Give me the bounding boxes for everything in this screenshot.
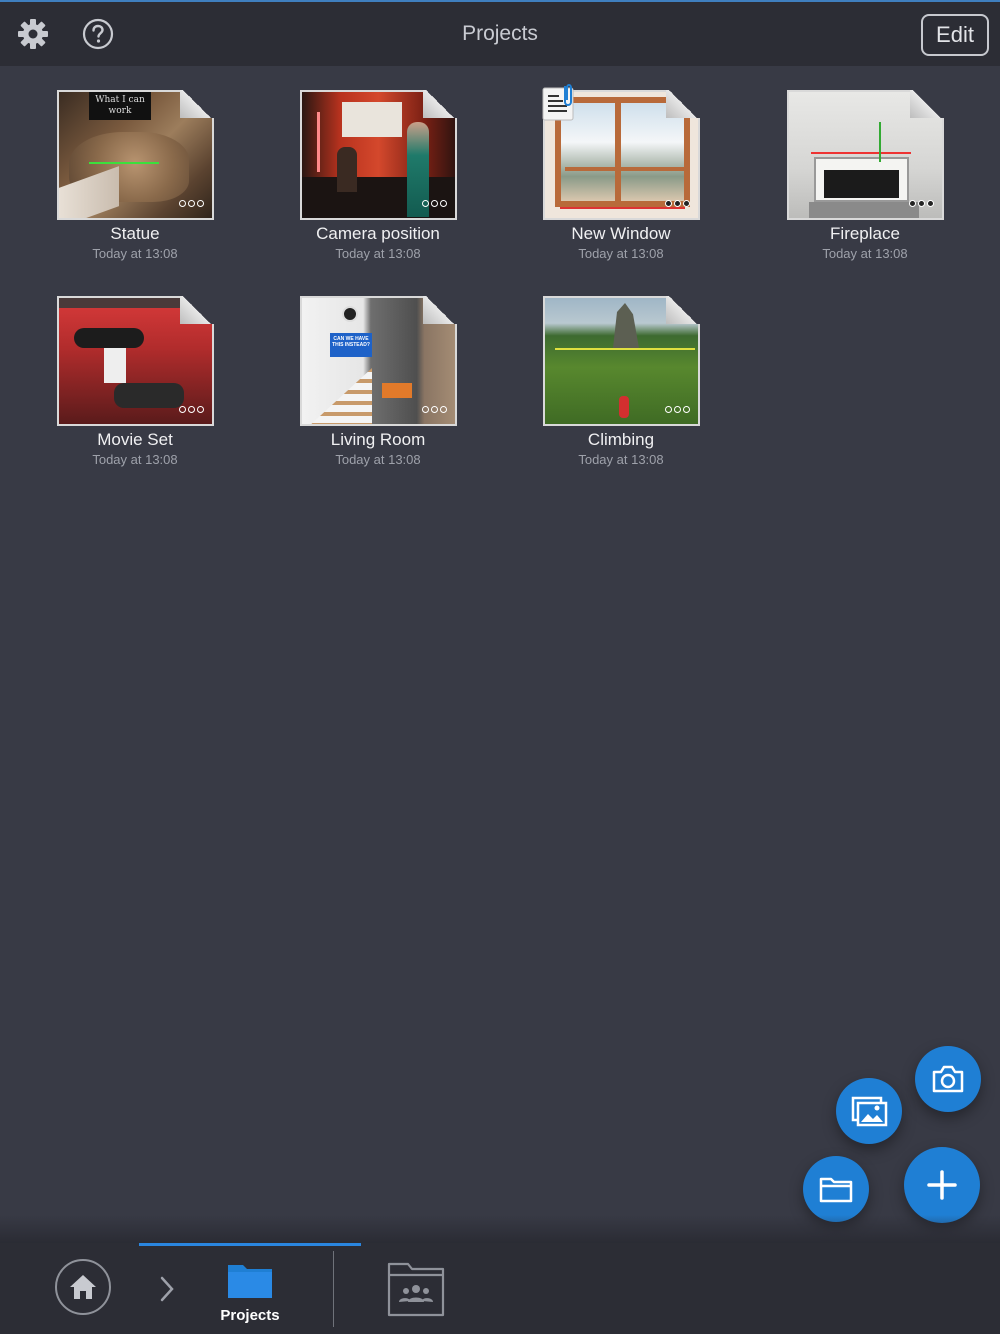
photo-library-button[interactable] <box>836 1078 902 1144</box>
project-date: Today at 13:08 <box>92 246 178 261</box>
home-icon <box>70 1275 96 1299</box>
folder-icon <box>228 1265 272 1298</box>
top-bar: Projects Edit <box>0 0 1000 66</box>
bottom-navigation: Projects <box>0 1243 1000 1334</box>
project-tile-new-window[interactable]: New Window Today at 13:08 <box>521 84 721 280</box>
project-date: Today at 13:08 <box>822 246 908 261</box>
attachment-icon <box>542 84 574 121</box>
project-tile-statue[interactable]: What I can work Statue Today at 13:08 <box>35 90 235 280</box>
thumbnail-caption: What I can work <box>89 92 151 120</box>
project-name: Camera position <box>316 224 440 243</box>
project-name: New Window <box>571 224 671 243</box>
project-date: Today at 13:08 <box>92 452 178 467</box>
shared-folder-icon[interactable] <box>386 1260 446 1318</box>
project-date: Today at 13:08 <box>335 452 421 467</box>
chevron-right-icon <box>160 1276 174 1302</box>
project-tile-movie-set[interactable]: Movie Set Today at 13:08 <box>35 296 235 486</box>
divider <box>333 1251 334 1327</box>
project-name: Statue <box>110 224 160 243</box>
new-folder-button[interactable] <box>803 1156 869 1222</box>
add-button[interactable] <box>904 1147 980 1223</box>
camera-icon <box>932 1065 964 1093</box>
project-tile-living-room[interactable]: CAN WE HAVE THIS INSTEAD? Living Room To… <box>278 296 478 486</box>
project-name: Movie Set <box>97 430 173 449</box>
projects-screen: Projects Edit What I can work Statue Tod… <box>0 0 1000 1334</box>
more-options-icon[interactable] <box>179 200 204 207</box>
plus-icon <box>927 1170 957 1200</box>
project-name: Fireplace <box>830 224 900 243</box>
tab-projects-label: Projects <box>220 1307 280 1324</box>
home-button[interactable] <box>55 1259 111 1315</box>
more-options-icon[interactable] <box>422 406 447 413</box>
edit-button[interactable]: Edit <box>921 14 989 56</box>
project-date: Today at 13:08 <box>335 246 421 261</box>
project-date: Today at 13:08 <box>578 452 664 467</box>
more-options-icon[interactable] <box>665 406 690 413</box>
more-options-icon[interactable] <box>909 200 934 207</box>
thumbnail-caption: CAN WE HAVE THIS INSTEAD? <box>330 333 372 357</box>
more-options-icon[interactable] <box>665 200 690 207</box>
page-title: Projects <box>462 22 538 45</box>
more-options-icon[interactable] <box>179 406 204 413</box>
project-tile-climbing[interactable]: Climbing Today at 13:08 <box>521 296 721 486</box>
camera-button[interactable] <box>915 1046 981 1112</box>
project-tile-camera-position[interactable]: Camera position Today at 13:08 <box>278 90 478 280</box>
more-options-icon[interactable] <box>422 200 447 207</box>
project-name: Climbing <box>587 430 655 449</box>
project-tile-fireplace[interactable]: Fireplace Today at 13:08 <box>765 90 965 280</box>
tab-projects[interactable]: Projects <box>190 1255 310 1331</box>
folder-icon <box>819 1177 853 1203</box>
gallery-icon <box>851 1096 888 1127</box>
active-tab-indicator <box>139 1243 361 1246</box>
project-name: Living Room <box>330 430 426 449</box>
project-date: Today at 13:08 <box>578 246 664 261</box>
